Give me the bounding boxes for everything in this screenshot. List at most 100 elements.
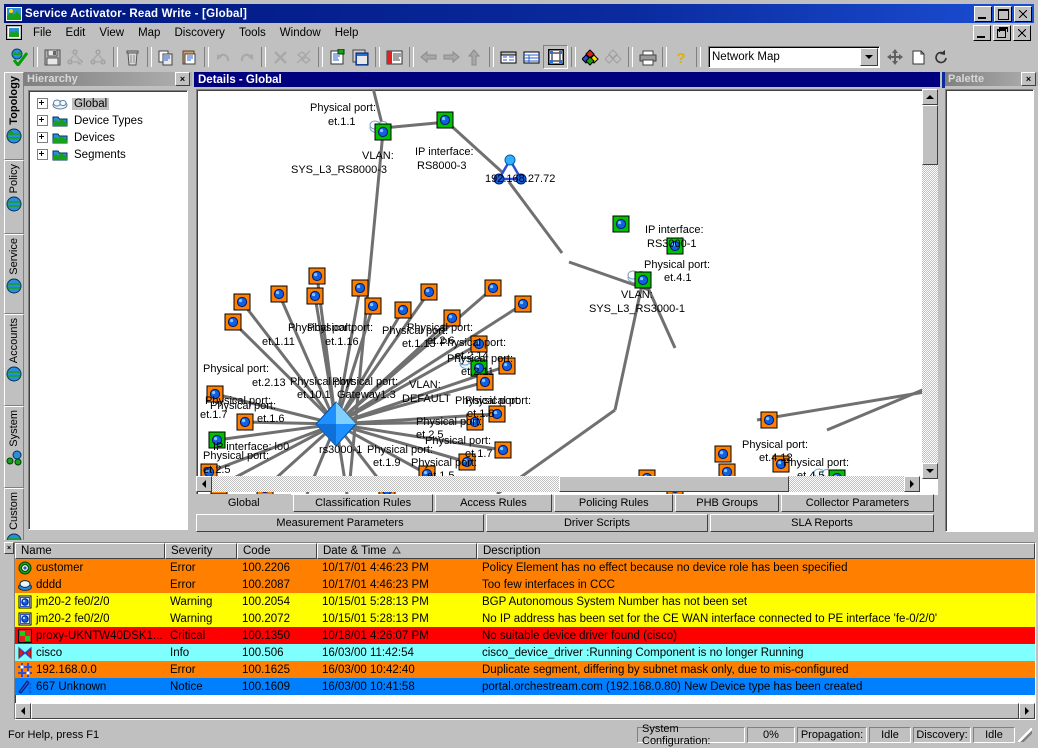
copy-icon[interactable] bbox=[155, 46, 178, 68]
print-icon[interactable] bbox=[636, 46, 659, 68]
column-header-datetime[interactable]: Date & Time bbox=[317, 543, 477, 559]
hierarchy-tree[interactable]: Global Device Types Devices Segments bbox=[28, 90, 188, 530]
hierarchy-close-button[interactable]: × bbox=[175, 72, 190, 86]
table-row[interactable]: cisco Info 100.506 16/03/00 11:42:54 cis… bbox=[15, 644, 1035, 661]
tree-node-segments[interactable]: Segments bbox=[31, 146, 185, 163]
expand-icon[interactable] bbox=[37, 115, 48, 126]
table-row[interactable]: customer Error 100.2206 10/17/01 4:46:23… bbox=[15, 559, 1035, 576]
vtab-topology[interactable]: Topology bbox=[4, 72, 24, 160]
vtab-service[interactable]: Service bbox=[4, 234, 24, 314]
save-icon[interactable] bbox=[41, 46, 64, 68]
tab-collector-parameters[interactable]: Collector Parameters bbox=[780, 494, 934, 512]
colors-icon[interactable] bbox=[579, 46, 602, 68]
column-header-code[interactable]: Code bbox=[237, 543, 317, 559]
report-icon[interactable] bbox=[383, 46, 406, 68]
map-view-icon[interactable] bbox=[543, 45, 568, 69]
table-row[interactable]: jm20-2 fe0/2/0 Warning 100.2072 10/15/01… bbox=[15, 610, 1035, 627]
vtab-system[interactable]: System bbox=[4, 406, 24, 488]
scroll-track-horizontal-left[interactable] bbox=[212, 476, 559, 492]
table-row[interactable]: jm20-2 fe0/2/0 Warning 100.2054 10/15/01… bbox=[15, 593, 1035, 610]
scroll-track-horizontal-right[interactable] bbox=[789, 476, 904, 492]
network-map-canvas[interactable]: Physical port: et.1.1 VLAN: SYS_L3_RS800… bbox=[196, 89, 938, 495]
window-icon[interactable] bbox=[349, 46, 372, 68]
palette-close-button[interactable]: × bbox=[1021, 72, 1036, 86]
pan-icon[interactable] bbox=[884, 46, 907, 68]
tab-policing-rules[interactable]: Policing Rules bbox=[554, 494, 674, 512]
messages-close-button[interactable]: × bbox=[4, 542, 14, 554]
document-icon[interactable] bbox=[6, 25, 22, 40]
map-vertical-scrollbar[interactable] bbox=[922, 89, 938, 479]
tab-sla-reports[interactable]: SLA Reports bbox=[710, 514, 934, 532]
messages-horizontal-scrollbar[interactable] bbox=[15, 703, 1035, 719]
tree-node-devices[interactable]: Devices bbox=[31, 129, 185, 146]
link-icon[interactable] bbox=[87, 46, 110, 68]
arrow-right-icon[interactable] bbox=[440, 46, 463, 68]
tab-driver-scripts[interactable]: Driver Scripts bbox=[486, 514, 708, 532]
chevron-down-icon[interactable] bbox=[860, 48, 878, 66]
table-row[interactable]: 192.168.0.0 Error 100.1625 16/03/00 10:4… bbox=[15, 661, 1035, 678]
menu-map[interactable]: Map bbox=[131, 25, 167, 41]
close-button[interactable] bbox=[1014, 5, 1032, 22]
scroll-down-button[interactable] bbox=[922, 463, 938, 479]
table-row[interactable]: proxy-UKNTW40DSK1... Critical 100.1350 1… bbox=[15, 627, 1035, 644]
map-horizontal-scrollbar[interactable] bbox=[196, 476, 920, 492]
tab-access-rules[interactable]: Access Rules bbox=[434, 494, 553, 512]
properties-icon[interactable] bbox=[326, 46, 349, 68]
tree-node-global[interactable]: Global bbox=[31, 95, 185, 112]
column-header-description[interactable]: Description bbox=[477, 543, 1035, 559]
menu-discovery[interactable]: Discovery bbox=[167, 25, 231, 41]
palette-body[interactable] bbox=[945, 89, 1034, 532]
tree-node-device-types[interactable]: Device Types bbox=[31, 112, 185, 129]
column-header-name[interactable]: Name bbox=[15, 543, 165, 559]
unlink-icon[interactable] bbox=[292, 46, 315, 68]
help-icon[interactable]: ? bbox=[670, 46, 693, 68]
menu-edit[interactable]: Edit bbox=[59, 25, 93, 41]
table-row[interactable]: dddd Error 100.2087 10/17/01 4:46:23 PM … bbox=[15, 576, 1035, 593]
minimize-button[interactable] bbox=[974, 5, 992, 22]
maximize-button[interactable] bbox=[994, 5, 1012, 22]
scroll-up-button[interactable] bbox=[922, 89, 938, 105]
cut-x-icon[interactable] bbox=[269, 46, 292, 68]
mdi-close-button[interactable] bbox=[1013, 24, 1031, 41]
tab-phb-groups[interactable]: PHB Groups bbox=[675, 494, 779, 512]
view-select[interactable]: Network Map bbox=[708, 46, 880, 68]
tab-measurement-parameters[interactable]: Measurement Parameters bbox=[196, 514, 484, 532]
expand-icon[interactable] bbox=[37, 98, 48, 109]
scroll-left-button[interactable] bbox=[196, 476, 212, 492]
scroll-thumb-horizontal[interactable] bbox=[31, 703, 1019, 719]
arrow-left-icon[interactable] bbox=[417, 46, 440, 68]
menu-help[interactable]: Help bbox=[328, 25, 366, 41]
scroll-track-vertical[interactable] bbox=[922, 165, 938, 463]
commit-icon[interactable] bbox=[7, 46, 30, 68]
scroll-thumb-horizontal[interactable] bbox=[559, 476, 789, 492]
redo-icon[interactable] bbox=[235, 46, 258, 68]
list-view-icon[interactable] bbox=[497, 46, 520, 68]
expand-icon[interactable] bbox=[37, 132, 48, 143]
undo-icon[interactable] bbox=[212, 46, 235, 68]
scroll-right-button[interactable] bbox=[904, 476, 920, 492]
messages-grid[interactable]: Name Severity Code Date & Time Descripti… bbox=[14, 542, 1036, 720]
resize-grip-icon[interactable] bbox=[1018, 728, 1032, 742]
menu-window[interactable]: Window bbox=[273, 25, 328, 41]
fit-icon[interactable] bbox=[907, 46, 930, 68]
expand-icon[interactable] bbox=[37, 149, 48, 160]
reset-icon[interactable] bbox=[930, 46, 953, 68]
paste-icon[interactable] bbox=[178, 46, 201, 68]
tab-global[interactable]: Global bbox=[196, 494, 292, 512]
layers-icon[interactable] bbox=[602, 46, 625, 68]
arrow-up-icon[interactable] bbox=[463, 46, 486, 68]
mdi-restore-button[interactable] bbox=[993, 24, 1011, 41]
vtab-accounts[interactable]: Accounts bbox=[4, 314, 24, 406]
vtab-policy[interactable]: Policy bbox=[4, 160, 24, 234]
delete-icon[interactable] bbox=[121, 46, 144, 68]
scroll-right-button[interactable] bbox=[1019, 703, 1035, 719]
scroll-left-button[interactable] bbox=[15, 703, 31, 719]
detail-view-icon[interactable] bbox=[520, 46, 543, 68]
column-header-severity[interactable]: Severity bbox=[165, 543, 237, 559]
scroll-thumb-vertical[interactable] bbox=[922, 105, 938, 165]
menu-tools[interactable]: Tools bbox=[232, 25, 273, 41]
menu-view[interactable]: View bbox=[92, 25, 131, 41]
table-row[interactable]: 667 Unknown Notice 100.1609 16/03/00 10:… bbox=[15, 678, 1035, 695]
menu-file[interactable]: File bbox=[26, 25, 59, 41]
mdi-minimize-button[interactable] bbox=[973, 24, 991, 41]
